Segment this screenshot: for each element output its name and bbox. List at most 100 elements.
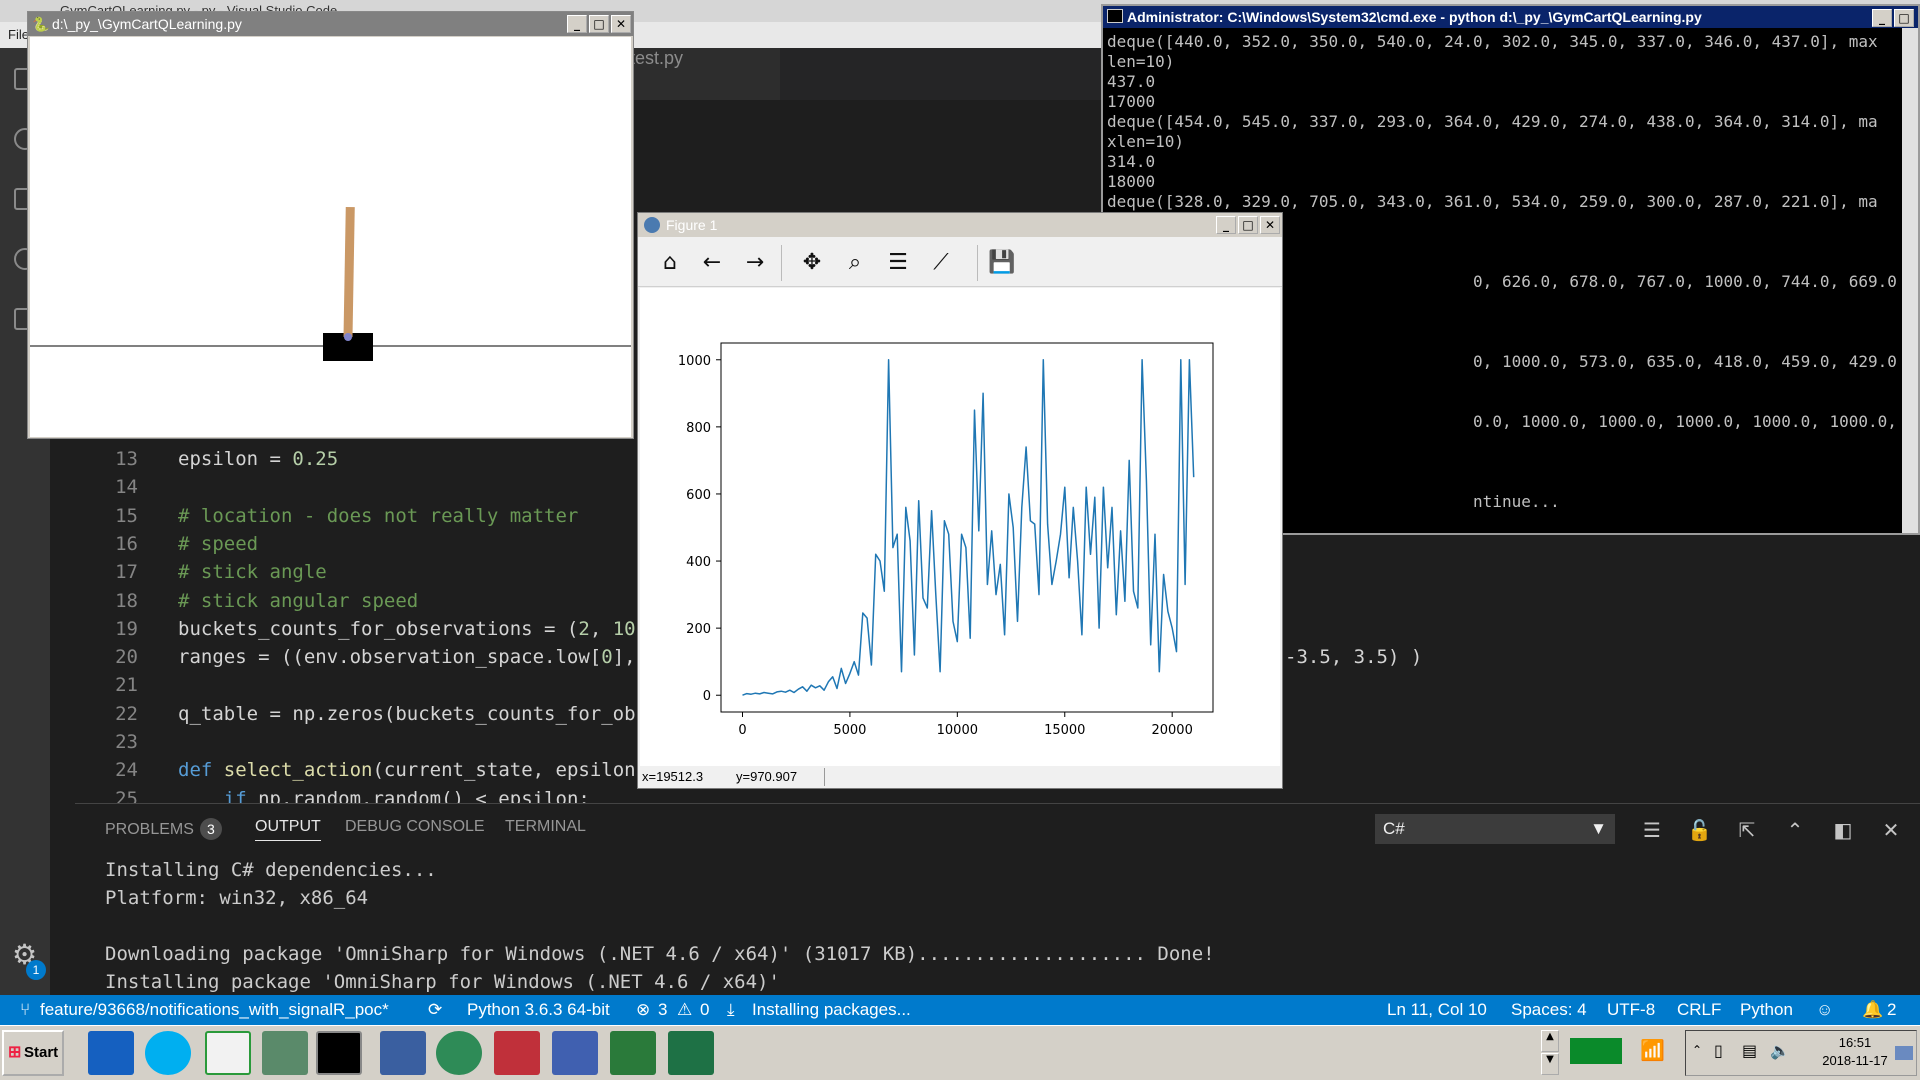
clock-date: 2018-11-17 xyxy=(1822,1053,1888,1068)
fig-close-button[interactable]: ✕ xyxy=(1260,216,1280,234)
toggle-panel-icon[interactable]: ◧ xyxy=(1831,818,1855,842)
gym-title: d:\_py_\GymCartQLearning.py xyxy=(52,16,242,32)
globe-icon[interactable] xyxy=(436,1031,482,1075)
figure-titlebar[interactable]: Figure 1 _ □ ✕ xyxy=(638,213,1282,237)
tab-output[interactable]: OUTPUT xyxy=(255,818,321,841)
code-token: # stick angular speed xyxy=(178,589,419,612)
keyboard-icon[interactable] xyxy=(380,1031,426,1075)
clear-output-icon[interactable]: ☰ xyxy=(1640,818,1664,842)
lock-icon[interactable]: 🔓 xyxy=(1687,818,1712,842)
tab-test-py[interactable]: test.py xyxy=(610,48,780,100)
lambda-icon[interactable] xyxy=(494,1031,540,1075)
tab-terminal[interactable]: TERMINAL xyxy=(505,818,586,836)
taskbar: ⊞ Start ▲ ▼ 📶 ⌃ ▯ ▤ 🔈 16:51 2018-11-17 xyxy=(0,1025,1920,1080)
tray-power-icon[interactable]: ▯ xyxy=(1714,1041,1723,1060)
x-tick-label: 0 xyxy=(738,723,746,738)
pole-body xyxy=(343,206,355,338)
documents-icon[interactable] xyxy=(552,1031,598,1075)
status-divider xyxy=(824,768,825,786)
indentation[interactable]: Spaces: 4 xyxy=(1511,995,1587,1025)
slack-icon[interactable] xyxy=(205,1031,251,1075)
tab-label: test.py xyxy=(630,48,684,68)
maximize-panel-icon[interactable]: ⌃ xyxy=(1783,818,1807,842)
zoom-icon[interactable]: ⌕ xyxy=(841,249,869,277)
python-interpreter[interactable]: Python 3.6.3 64-bit xyxy=(467,995,610,1025)
cmd-line: 17000 xyxy=(1107,92,1156,111)
cmd-scrollbar[interactable] xyxy=(1902,28,1918,533)
output-channel-value: C# xyxy=(1383,819,1405,838)
network-signal-icon[interactable] xyxy=(1570,1038,1622,1064)
tray-network-icon[interactable]: ▤ xyxy=(1742,1041,1757,1060)
cmd-line: 18000 xyxy=(1107,172,1156,191)
line-number: 20 xyxy=(115,646,138,669)
encoding[interactable]: UTF-8 xyxy=(1607,995,1655,1025)
bell-icon[interactable]: 🔔 xyxy=(1862,995,1883,1025)
edit-axis-icon[interactable]: ⟋ xyxy=(927,249,955,277)
code-line: 13 epsilon = 0.25 xyxy=(76,445,338,473)
fig-maximize-button[interactable]: □ xyxy=(1238,216,1258,234)
warning-icon: ⚠ xyxy=(677,1000,693,1019)
taskbar-scroll-down-icon[interactable]: ▼ xyxy=(1541,1053,1559,1075)
line-number: 14 xyxy=(115,476,138,499)
language-mode[interactable]: Python xyxy=(1740,995,1793,1025)
line-ending[interactable]: CRLF xyxy=(1677,995,1721,1025)
figure-statusbar: x=19512.3 y=970.907 xyxy=(638,766,1282,788)
app-window-icon[interactable] xyxy=(262,1031,308,1075)
line-number: 15 xyxy=(115,504,138,527)
output-line: Downloading package 'OmniSharp for Windo… xyxy=(105,943,1215,965)
fig-minimize-button[interactable]: _ xyxy=(1216,216,1236,234)
figure-window: Figure 1 _ □ ✕ ⌂ ← → ✥ ⌕ ☰ ⟋ 💾 0 5000 1000… xyxy=(637,212,1283,789)
pole-axle xyxy=(344,333,352,341)
cmd-taskbar-icon[interactable] xyxy=(316,1031,362,1075)
save-icon[interactable]: 💾 xyxy=(988,249,1016,277)
menu-file[interactable]: File xyxy=(8,27,29,42)
back-arrow-icon[interactable]: ← xyxy=(698,249,726,277)
cmd-maximize-button[interactable]: □ xyxy=(1894,9,1914,27)
output-channel-select[interactable]: C# ▼ xyxy=(1375,814,1615,844)
open-log-icon[interactable]: ⇱ xyxy=(1735,818,1759,842)
code-fragment-right: -3.5, 3.5) ) xyxy=(1285,643,1422,671)
cmd-line: xlen=10) xyxy=(1107,132,1185,151)
outlook-icon[interactable] xyxy=(88,1031,134,1075)
sync-icon[interactable]: ⟳ xyxy=(428,995,442,1025)
cartpole-svg xyxy=(30,206,631,361)
warning-count[interactable]: 0 xyxy=(700,995,709,1025)
error-count[interactable]: 3 xyxy=(658,995,667,1025)
code-line: 16 # speed xyxy=(76,530,258,558)
notification-count: 2 xyxy=(1887,1000,1897,1019)
download-icon: ⤓ xyxy=(727,1000,735,1019)
network-app-icon[interactable] xyxy=(610,1031,656,1075)
cursor-position[interactable]: Ln 11, Col 10 xyxy=(1387,995,1487,1025)
start-button[interactable]: ⊞ Start xyxy=(2,1030,64,1076)
cmd-titlebar[interactable]: Administrator: C:\Windows\System32\cmd.e… xyxy=(1103,6,1918,28)
smiley-icon[interactable]: ☺ xyxy=(1816,995,1833,1025)
y-tick-label: 0 xyxy=(703,689,711,704)
wifi-icon[interactable]: 📶 xyxy=(1640,1038,1665,1062)
excel-icon[interactable] xyxy=(668,1031,714,1075)
git-branch[interactable]: feature/93668/notifications_with_signalR… xyxy=(40,995,389,1025)
close-button[interactable]: ✕ xyxy=(611,15,631,33)
forward-arrow-icon[interactable]: → xyxy=(741,249,769,277)
tray-expand-icon[interactable]: ⌃ xyxy=(1692,1043,1702,1057)
configure-subplots-icon[interactable]: ☰ xyxy=(884,249,912,277)
maximize-button[interactable]: □ xyxy=(589,15,609,33)
line-number: 21 xyxy=(115,674,138,697)
output-line: Installing C# dependencies... xyxy=(105,859,437,881)
tab-debug-console[interactable]: DEBUG CONSOLE xyxy=(345,818,485,836)
skype-icon[interactable] xyxy=(145,1031,191,1075)
line-number: 18 xyxy=(115,589,138,612)
home-icon[interactable]: ⌂ xyxy=(656,249,684,277)
pan-icon[interactable]: ✥ xyxy=(798,249,826,277)
show-desktop-icon[interactable] xyxy=(1895,1046,1913,1060)
figure-canvas[interactable]: 0 5000 10000 15000 20000 0 200 400 600 800 1000 xyxy=(640,288,1280,766)
toolbar-divider xyxy=(977,245,978,281)
settings-badge: 1 xyxy=(26,960,46,980)
tray-volume-icon[interactable]: 🔈 xyxy=(1770,1041,1790,1060)
cmd-minimize-button[interactable]: _ xyxy=(1872,9,1892,27)
gym-titlebar[interactable]: 🐍 d:\_py_\GymCartQLearning.py _ □ ✕ xyxy=(28,12,633,36)
close-panel-icon[interactable]: ✕ xyxy=(1879,818,1903,842)
minimize-button[interactable]: _ xyxy=(567,15,587,33)
clock[interactable]: 16:51 2018-11-17 xyxy=(1800,1034,1910,1070)
taskbar-scroll-up-icon[interactable]: ▲ xyxy=(1541,1030,1559,1052)
tab-problems[interactable]: PROBLEMS 3 xyxy=(105,818,222,840)
